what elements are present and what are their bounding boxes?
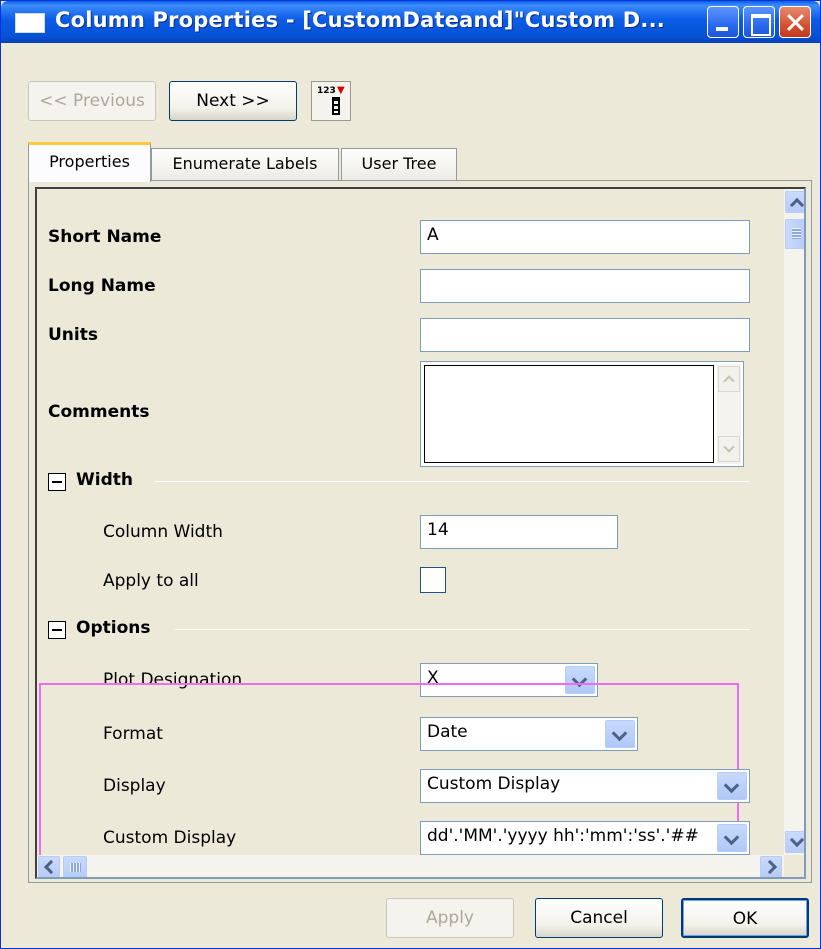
- width-divider: [155, 481, 750, 482]
- custom-display-select[interactable]: dd'.'MM'.'yyyy hh':'mm':'ss'.'##: [420, 821, 750, 855]
- apply-to-all-checkbox[interactable]: [420, 567, 446, 593]
- width-section-title: Width: [76, 470, 133, 490]
- close-icon[interactable]: [779, 6, 811, 38]
- maximize-icon[interactable]: [743, 6, 775, 38]
- format-select[interactable]: Date: [420, 717, 638, 751]
- property-grid-content: Short Name A Long Name Units Comments Wi…: [37, 189, 784, 858]
- options-collapse-icon[interactable]: [48, 621, 66, 639]
- comments-label: Comments: [48, 402, 150, 422]
- custom-display-label: Custom Display: [103, 828, 237, 848]
- format-value: Date: [427, 722, 468, 742]
- property-grid: Short Name A Long Name Units Comments Wi…: [35, 187, 806, 879]
- column-info-icon-number: 123: [317, 86, 336, 96]
- scroll-corner: [784, 855, 804, 877]
- tab-user-tree[interactable]: User Tree: [341, 148, 457, 180]
- display-value: Custom Display: [427, 774, 561, 794]
- chevron-down-icon[interactable]: [717, 824, 747, 852]
- window-title: Column Properties - [CustomDateand]"Cust…: [55, 8, 665, 32]
- column-info-button[interactable]: 123 ▼: [311, 81, 351, 121]
- column-width-label: Column Width: [103, 522, 223, 542]
- long-name-label: Long Name: [48, 276, 156, 296]
- ok-button[interactable]: OK: [681, 898, 809, 938]
- previous-button[interactable]: << Previous: [28, 81, 156, 121]
- display-label: Display: [103, 776, 166, 796]
- comments-field[interactable]: [424, 365, 714, 463]
- chevron-down-icon[interactable]: [717, 772, 747, 800]
- format-label: Format: [103, 724, 163, 744]
- next-button[interactable]: Next >>: [169, 81, 297, 121]
- custom-display-value: dd'.'MM'.'yyyy hh':'mm':'ss'.'##: [427, 826, 699, 846]
- scroll-left-icon[interactable]: [38, 856, 60, 877]
- short-name-field[interactable]: A: [420, 220, 750, 254]
- comments-scroll-down-icon[interactable]: [718, 436, 740, 462]
- vertical-scroll-thumb[interactable]: [785, 219, 804, 249]
- window-icon: [15, 13, 45, 33]
- cancel-button[interactable]: Cancel: [535, 898, 663, 938]
- options-divider: [175, 629, 750, 630]
- short-name-label: Short Name: [48, 227, 162, 247]
- units-label: Units: [48, 325, 98, 345]
- minimize-icon[interactable]: [707, 6, 739, 38]
- red-arrow-icon: ▼: [337, 85, 345, 96]
- comments-box: [420, 361, 744, 467]
- apply-button[interactable]: Apply: [386, 898, 514, 938]
- horizontal-scroll-thumb[interactable]: [63, 856, 87, 877]
- scroll-down-icon[interactable]: [785, 831, 804, 853]
- scroll-right-icon[interactable]: [760, 856, 782, 877]
- units-field[interactable]: [420, 318, 750, 352]
- apply-to-all-label: Apply to all: [103, 571, 199, 591]
- display-select[interactable]: Custom Display: [420, 769, 750, 803]
- tab-enumerate-labels[interactable]: Enumerate Labels: [151, 148, 339, 180]
- comments-scrollbar[interactable]: [717, 364, 741, 464]
- title-bar[interactable]: Column Properties - [CustomDateand]"Cust…: [1, 1, 820, 43]
- horizontal-scrollbar[interactable]: [37, 855, 784, 877]
- properties-panel: Short Name A Long Name Units Comments Wi…: [28, 180, 812, 883]
- column-properties-dialog: Column Properties - [CustomDateand]"Cust…: [0, 0, 821, 949]
- width-collapse-icon[interactable]: [48, 473, 66, 491]
- scroll-up-icon[interactable]: [785, 191, 804, 213]
- options-section-title: Options: [76, 618, 151, 638]
- comments-scroll-up-icon[interactable]: [718, 366, 740, 392]
- column-info-icon: [332, 97, 340, 115]
- long-name-field[interactable]: [420, 269, 750, 303]
- column-width-field[interactable]: 14: [420, 515, 618, 549]
- tab-properties[interactable]: Properties: [28, 142, 151, 182]
- vertical-scrollbar[interactable]: [784, 189, 804, 855]
- chevron-down-icon[interactable]: [605, 720, 635, 748]
